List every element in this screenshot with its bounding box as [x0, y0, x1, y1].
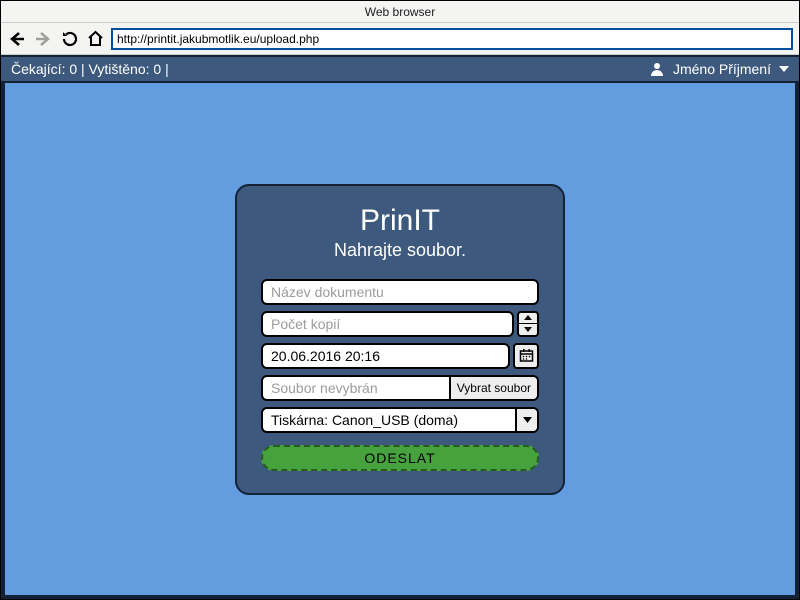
document-name-input[interactable] — [261, 279, 539, 305]
file-placeholder: Soubor nevybrán — [263, 377, 449, 399]
printer-select-arrow — [515, 409, 537, 431]
copies-stepper — [517, 311, 539, 337]
printer-select[interactable]: Tiskárna: Canon_USB (doma) — [261, 407, 539, 433]
user-menu[interactable]: Jméno Příjmení — [649, 61, 789, 77]
submit-button[interactable]: ODESLAT — [261, 445, 539, 471]
page-content: PrinIT Nahrajte soubor. 20.06.2016 20:16 — [1, 83, 799, 599]
app-header: Čekající: 0 | Vytištěno: 0 | Jméno Příjm… — [1, 55, 799, 83]
home-button[interactable] — [85, 29, 105, 49]
calendar-button[interactable] — [513, 343, 539, 369]
reload-button[interactable] — [59, 29, 79, 49]
card-subtitle: Nahrajte soubor. — [261, 240, 539, 261]
datetime-input[interactable]: 20.06.2016 20:16 — [261, 343, 510, 369]
printer-select-value: Tiskárna: Canon_USB (doma) — [263, 409, 515, 431]
stepper-down[interactable] — [519, 324, 537, 335]
user-icon — [649, 61, 665, 77]
back-button[interactable] — [7, 29, 27, 49]
address-bar[interactable] — [111, 28, 793, 50]
chevron-down-icon — [779, 64, 789, 74]
browser-toolbar — [1, 23, 799, 55]
upload-card: PrinIT Nahrajte soubor. 20.06.2016 20:16 — [235, 184, 565, 495]
user-name-label: Jméno Příjmení — [673, 61, 771, 77]
forward-button[interactable] — [33, 29, 53, 49]
copies-input[interactable] — [261, 311, 514, 337]
calendar-icon — [519, 348, 534, 363]
stepper-up[interactable] — [519, 313, 537, 325]
queue-status: Čekající: 0 | Vytištěno: 0 | — [11, 61, 649, 77]
app-title: PrinIT — [261, 204, 539, 238]
window-title: Web browser — [1, 1, 799, 23]
chevron-down-icon — [523, 417, 532, 423]
file-input: Soubor nevybrán Vybrat soubor — [261, 375, 539, 401]
file-browse-button[interactable]: Vybrat soubor — [449, 377, 537, 399]
